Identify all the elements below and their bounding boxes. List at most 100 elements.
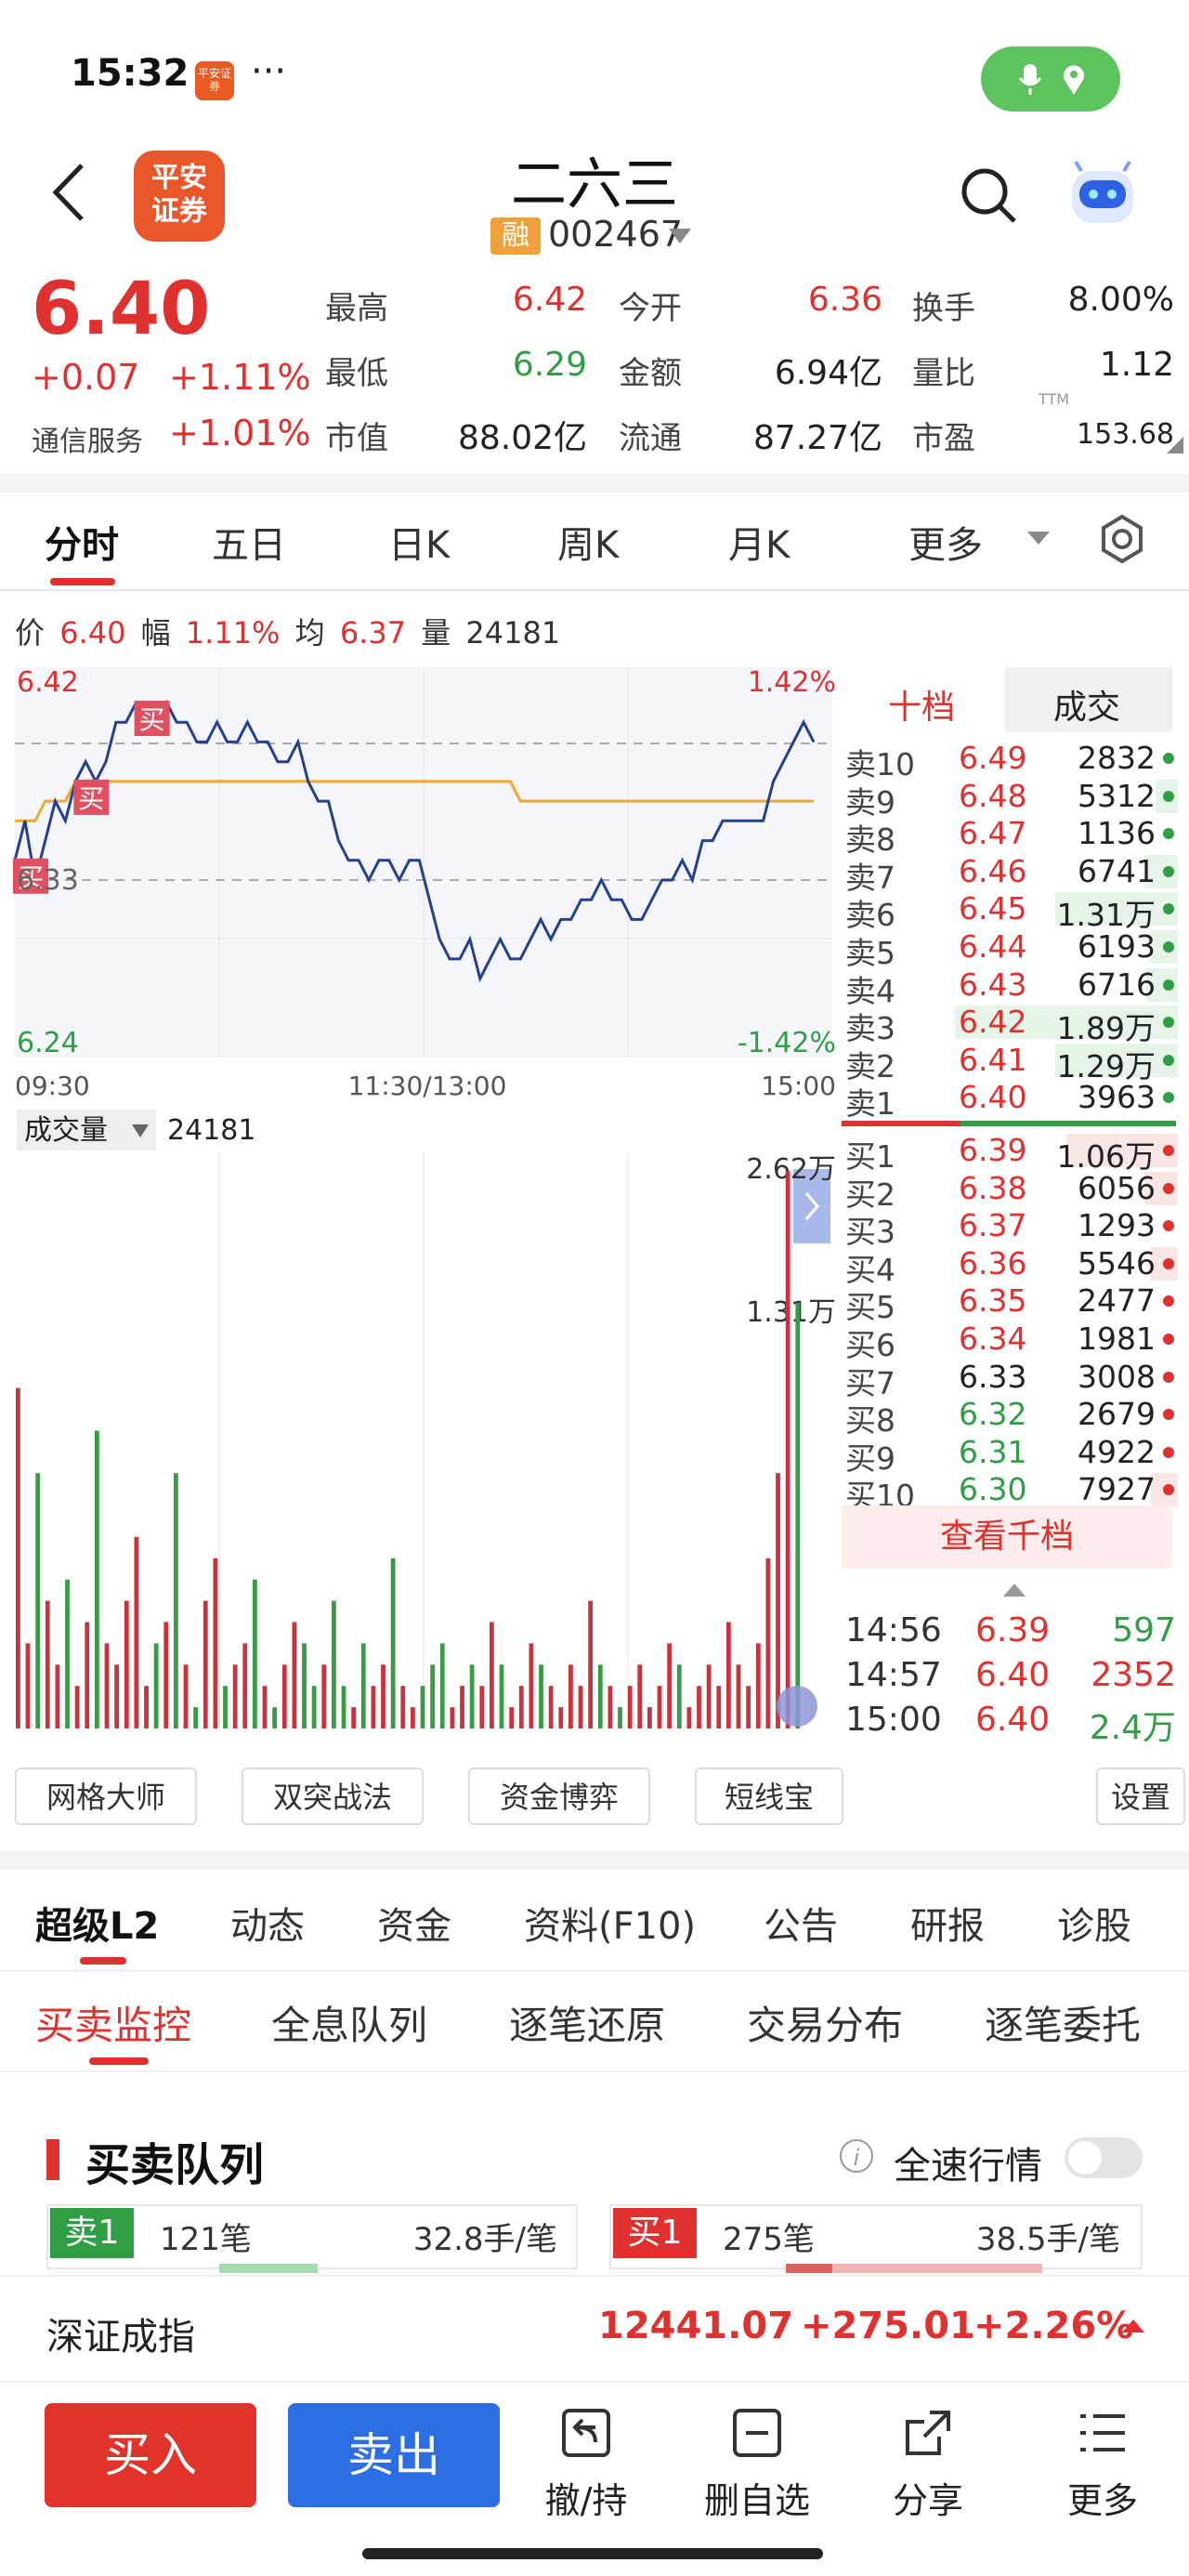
view-thousand-levels-button[interactable]: 查看千档: [842, 1505, 1172, 1569]
sell-button[interactable]: 卖出: [288, 2403, 500, 2507]
tab-f10[interactable]: 资料(F10): [524, 1896, 696, 1950]
volume-bar: [568, 1664, 573, 1728]
low-label: 最低: [325, 355, 388, 392]
ask-level-row[interactable]: 卖2 6.41 1.29万: [842, 1041, 1178, 1084]
menu-icon: [1080, 2414, 1125, 2451]
section-divider: [0, 1851, 1189, 1870]
ask-level-row[interactable]: 卖4 6.43 6716: [842, 966, 1178, 1009]
bid-level-price: 6.32: [959, 1396, 1027, 1433]
floating-assist-button[interactable]: [777, 1686, 817, 1727]
ask-level-row[interactable]: 卖9 6.48 5312: [842, 778, 1178, 821]
tab-ten-levels[interactable]: 十档: [888, 680, 955, 729]
intraday-chart[interactable]: 买买买 6.42 6.33 6.24 1.42% -1.42% 09:30 11…: [0, 651, 836, 1747]
volume-bar: [272, 1707, 278, 1728]
nav-remove-watchlist[interactable]: 删自选: [687, 2407, 827, 2528]
ask-level-price: 6.40: [959, 1079, 1027, 1116]
tool-double-breakout[interactable]: 双突战法: [242, 1768, 424, 1825]
nav-more[interactable]: 更多: [1033, 2407, 1172, 2528]
tab-super-l2[interactable]: 超级L2: [35, 1896, 159, 1950]
subtab-full-queue[interactable]: 全息队列: [271, 1994, 427, 2051]
tab-five-day[interactable]: 五日: [212, 515, 286, 569]
nav-share[interactable]: 分享: [858, 2407, 998, 2528]
volume-bar: [785, 1171, 790, 1728]
sector-name[interactable]: 通信服务: [32, 418, 143, 459]
bid-level-row[interactable]: 买5 6.35 2477: [842, 1282, 1178, 1325]
tab-more[interactable]: 更多: [908, 515, 983, 569]
bid-level-row[interactable]: 买6 6.34 1981: [842, 1321, 1178, 1363]
ask-level-row[interactable]: 卖5 6.44 6193: [842, 928, 1178, 971]
tab-intraday[interactable]: 分时: [45, 515, 119, 569]
info-range: 1.11%: [185, 615, 281, 651]
subtab-tick-orders[interactable]: 逐笔委托: [985, 1994, 1141, 2051]
volume-bar: [153, 1643, 159, 1728]
buy-button[interactable]: 买入: [45, 2403, 256, 2507]
ask-level-dot: [1163, 979, 1174, 991]
tool-grid-master[interactable]: 网格大师: [15, 1768, 197, 1825]
market-cap-label: 市值: [325, 420, 388, 457]
volume-bar: [390, 1557, 396, 1728]
bid-level-row[interactable]: 买1 6.39 1.06万: [842, 1132, 1178, 1175]
volume-bar: [686, 1707, 692, 1728]
stock-name[interactable]: 二六三: [409, 139, 780, 220]
info-icon[interactable]: i: [840, 2139, 873, 2173]
tab-week-k[interactable]: 周K: [557, 515, 619, 569]
ask-level-price: 6.41: [959, 1041, 1027, 1078]
volume-bar: [450, 1707, 455, 1728]
volume-bar: [548, 1686, 554, 1728]
back-button[interactable]: [48, 160, 91, 225]
chevron-up-icon[interactable]: [1003, 1584, 1026, 1597]
tick-volume: 597: [1112, 1611, 1176, 1649]
subtab-trade-monitor[interactable]: 买卖监控: [35, 1994, 191, 2051]
settings-button[interactable]: [1096, 513, 1148, 569]
stock-code[interactable]: 002467: [548, 214, 683, 255]
tab-diagnosis[interactable]: 诊股: [1057, 1896, 1131, 1950]
volume-bar: [332, 1600, 336, 1728]
bid-level-row[interactable]: 买9 6.31 4922: [842, 1434, 1178, 1477]
tab-research[interactable]: 研报: [910, 1896, 985, 1950]
corner-expand-icon[interactable]: [1167, 437, 1183, 453]
tool-settings[interactable]: 设置: [1096, 1768, 1185, 1825]
tab-trades[interactable]: 成交: [1053, 680, 1120, 729]
ask-level-row[interactable]: 卖8 6.47 1136: [842, 815, 1178, 858]
ask-level-row[interactable]: 卖7 6.46 6741: [842, 853, 1178, 896]
bid-level-row[interactable]: 买7 6.33 3008: [842, 1359, 1178, 1401]
tab-month-k[interactable]: 月K: [728, 515, 790, 569]
tab-day-k[interactable]: 日K: [388, 515, 450, 569]
tab-news[interactable]: 动态: [230, 1896, 305, 1950]
search-button[interactable]: [957, 164, 1020, 227]
volume-tick-mid: 1.31万: [746, 1296, 836, 1329]
volume-bar: [439, 1643, 445, 1728]
ask-level-row[interactable]: 卖10 6.49 2832: [842, 740, 1178, 782]
tab-funds[interactable]: 资金: [377, 1896, 451, 1950]
volume-bar: [667, 1643, 673, 1728]
tick-volume: 2352: [1091, 1656, 1176, 1694]
tool-short-term[interactable]: 短线宝: [695, 1768, 843, 1825]
buy-queue-avg: 38.5手/笔: [975, 2221, 1120, 2258]
chevron-down-icon[interactable]: [669, 229, 691, 243]
volume-bar: [647, 1707, 652, 1728]
amount-value: 6.94亿: [774, 354, 882, 392]
tabs-divider: [0, 589, 1189, 591]
nav-more-label: 更多: [1066, 2480, 1138, 2521]
chevron-down-icon[interactable]: [1027, 532, 1050, 545]
bid-level-row[interactable]: 买10 6.30 7927: [842, 1471, 1178, 1514]
volume-bar: [65, 1579, 70, 1728]
nav-cancel-hold[interactable]: 撤/持: [516, 2407, 656, 2528]
low-value: 6.29: [512, 346, 587, 384]
bid-level-row[interactable]: 买2 6.38 6056: [842, 1170, 1178, 1213]
subtab-trade-distribution[interactable]: 交易分布: [747, 1994, 903, 2051]
bid-level-row[interactable]: 买3 6.37 1293: [842, 1207, 1178, 1250]
chevron-up-icon[interactable]: [1122, 2320, 1144, 2333]
ask-level-row[interactable]: 卖1 6.40 3963: [842, 1079, 1178, 1122]
tab-announcements[interactable]: 公告: [764, 1896, 838, 1950]
bid-level-row[interactable]: 买8 6.32 2679: [842, 1396, 1178, 1439]
volume-bar: [242, 1643, 248, 1728]
subtab-tick-restore[interactable]: 逐笔还原: [509, 1994, 665, 2051]
ask-level-dot: [1163, 1092, 1174, 1104]
bid-level-price: 6.36: [959, 1244, 1027, 1281]
ask-level-row[interactable]: 卖6 6.45 1.31万: [842, 890, 1178, 933]
ask-level-row[interactable]: 卖3 6.42 1.89万: [842, 1004, 1178, 1046]
bid-level-row[interactable]: 买4 6.36 5546: [842, 1244, 1178, 1288]
tool-fund-game[interactable]: 资金博弈: [468, 1768, 650, 1825]
ai-assistant-button[interactable]: [1065, 158, 1141, 232]
